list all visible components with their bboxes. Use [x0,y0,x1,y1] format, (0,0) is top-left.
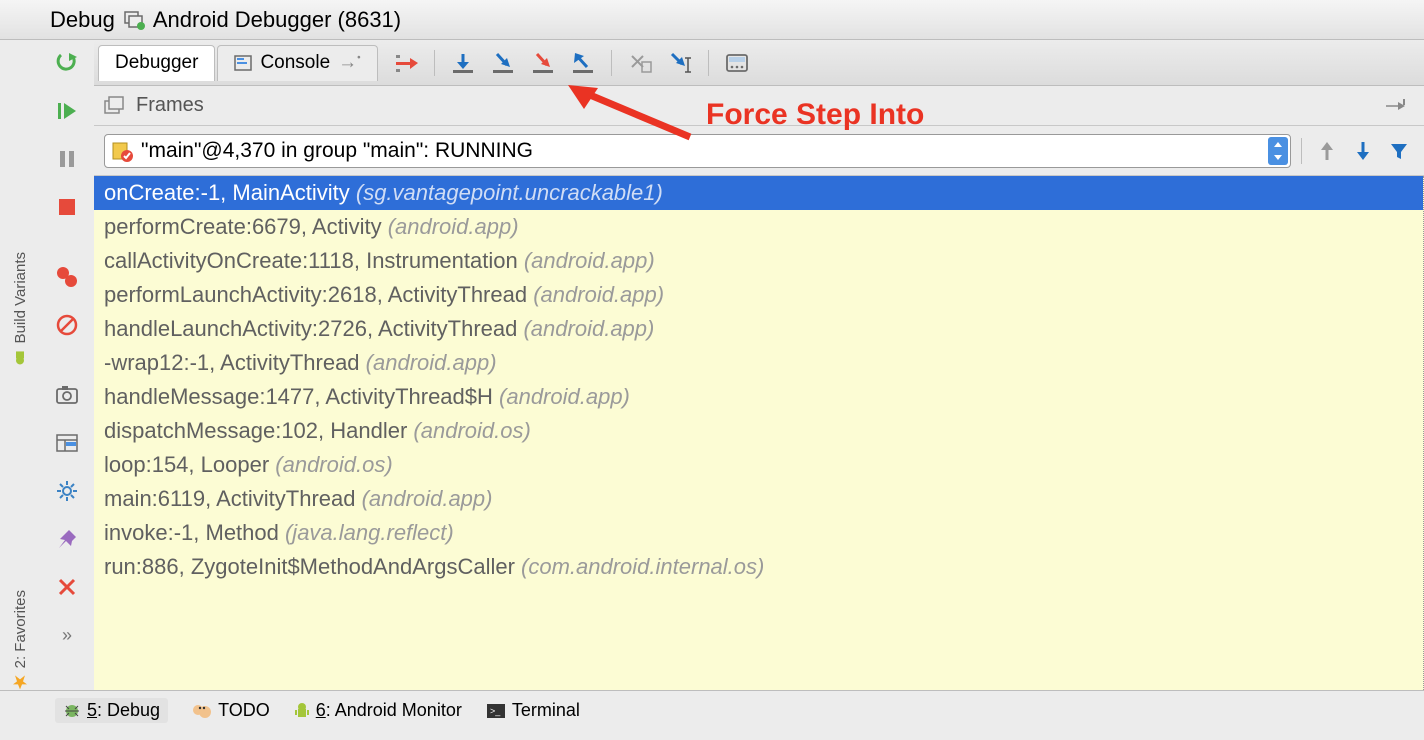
next-frame-button[interactable] [1348,136,1378,166]
stack-frame[interactable]: -wrap12:-1, ActivityThread (android.app) [94,346,1423,380]
force-step-into-button[interactable] [527,48,559,78]
step-out-button[interactable] [567,48,599,78]
frame-package: (android.app) [533,282,664,307]
frame-package: (android.app) [524,248,655,273]
frames-bar: Frames [94,86,1424,126]
build-variants-rail[interactable]: Build Variants [12,252,29,365]
more-button[interactable]: » [50,618,84,652]
debug-label: Debug [50,7,115,33]
evaluate-button[interactable] [721,48,753,78]
frame-package: (android.app) [362,486,493,511]
frame-method: handleLaunchActivity:2726, ActivityThrea… [104,316,523,341]
frame-package: (android.os) [275,452,392,477]
frame-package: (java.lang.reflect) [285,520,454,545]
tab-debugger[interactable]: Debugger [98,45,215,81]
step-over-button[interactable] [447,48,479,78]
run-to-cursor-button[interactable] [664,48,696,78]
android-tool-icon [294,702,310,720]
frame-package: (sg.vantagepoint.uncrackable1) [356,180,663,205]
frame-package: (com.android.internal.os) [521,554,764,579]
detach-icon[interactable] [1386,99,1424,113]
frame-method: -wrap12:-1, ActivityThread [104,350,366,375]
step-into-button[interactable] [487,48,519,78]
frame-package: (android.app) [366,350,497,375]
android-session-icon [123,9,145,31]
svg-text:>_: >_ [490,706,501,716]
frame-method: performCreate:6679, Activity [104,214,388,239]
frame-method: loop:154, Looper [104,452,275,477]
breakpoints-button[interactable] [50,260,84,294]
step-toolbar [380,48,753,78]
bottom-toolwindow-bar: 5: Debug TODO 6: Android Monitor >_ Term… [0,690,1424,730]
frame-method: handleMessage:1477, ActivityThread$H [104,384,499,409]
frame-method: main:6119, ActivityThread [104,486,362,511]
debug-header: Debug Android Debugger (8631) [0,0,1424,40]
favorites-rail[interactable]: 2: Favorites [12,590,29,690]
camera-button[interactable] [50,378,84,412]
resume-button[interactable] [50,94,84,128]
close-button[interactable] [50,570,84,604]
pin-button[interactable] [50,522,84,556]
show-execution-point-button[interactable] [390,48,422,78]
frames-title: Frames [136,94,204,117]
bottom-android-monitor[interactable]: 6: Android Monitor [294,700,462,721]
frame-method: run:886, ZygoteInit$MethodAndArgsCaller [104,554,521,579]
debugger-tabs-row: Debugger Console →• [94,40,1424,86]
stack-frame[interactable]: handleMessage:1477, ActivityThread$H (an… [94,380,1423,414]
bottom-todo[interactable]: TODO [192,700,270,721]
prev-frame-button[interactable] [1312,136,1342,166]
settings-button[interactable] [50,474,84,508]
frame-method: callActivityOnCreate:1118, Instrumentati… [104,248,524,273]
console-goto-icon: →• [338,52,361,74]
frame-method: performLaunchActivity:2618, ActivityThre… [104,282,533,307]
frame-method: invoke:-1, Method [104,520,285,545]
thread-running-icon [111,140,133,162]
console-icon [234,55,252,71]
pause-button[interactable] [50,142,84,176]
layout-button[interactable] [50,426,84,460]
stack-frame[interactable]: performCreate:6679, Activity (android.ap… [94,210,1423,244]
stack-list[interactable]: onCreate:-1, MainActivity (sg.vantagepoi… [94,176,1424,690]
stack-frame[interactable]: onCreate:-1, MainActivity (sg.vantagepoi… [94,176,1423,210]
stack-frame[interactable]: handleLaunchActivity:2726, ActivityThrea… [94,312,1423,346]
mute-breakpoints-button[interactable] [50,308,84,342]
thread-selector[interactable]: "main"@4,370 in group "main": RUNNING [104,134,1291,168]
stop-button[interactable] [50,190,84,224]
thread-stepper-icon[interactable] [1268,137,1288,165]
filter-frames-button[interactable] [1384,136,1414,166]
thread-selector-row: "main"@4,370 in group "main": RUNNING [94,126,1424,176]
debug-tool-icon [63,702,81,720]
thread-text: "main"@4,370 in group "main": RUNNING [141,139,533,163]
stack-frame[interactable]: loop:154, Looper (android.os) [94,448,1423,482]
frame-method: dispatchMessage:102, Handler [104,418,413,443]
stack-frame[interactable]: performLaunchActivity:2618, ActivityThre… [94,278,1423,312]
frame-package: (android.app) [388,214,519,239]
stack-frame[interactable]: callActivityOnCreate:1118, Instrumentati… [94,244,1423,278]
frames-icon [104,96,126,116]
side-rail: Build Variants 2: Favorites [0,40,40,690]
rerun-button[interactable] [50,46,84,80]
terminal-tool-icon: >_ [486,703,506,719]
bottom-debug[interactable]: 5: Debug [55,698,168,723]
frame-method: onCreate:-1, MainActivity [104,180,356,205]
frame-package: (android.app) [499,384,630,409]
frame-package: (android.app) [523,316,654,341]
tool-column: » [40,40,94,690]
frame-package: (android.os) [413,418,530,443]
todo-tool-icon [192,702,212,720]
stack-frame[interactable]: invoke:-1, Method (java.lang.reflect) [94,516,1423,550]
session-name: Android Debugger (8631) [153,7,401,33]
tab-console[interactable]: Console →• [217,45,377,81]
stack-frame[interactable]: main:6119, ActivityThread (android.app) [94,482,1423,516]
stack-frame[interactable]: run:886, ZygoteInit$MethodAndArgsCaller … [94,550,1423,584]
bottom-terminal[interactable]: >_ Terminal [486,700,580,721]
stack-frame[interactable]: dispatchMessage:102, Handler (android.os… [94,414,1423,448]
drop-frame-button[interactable] [624,48,656,78]
